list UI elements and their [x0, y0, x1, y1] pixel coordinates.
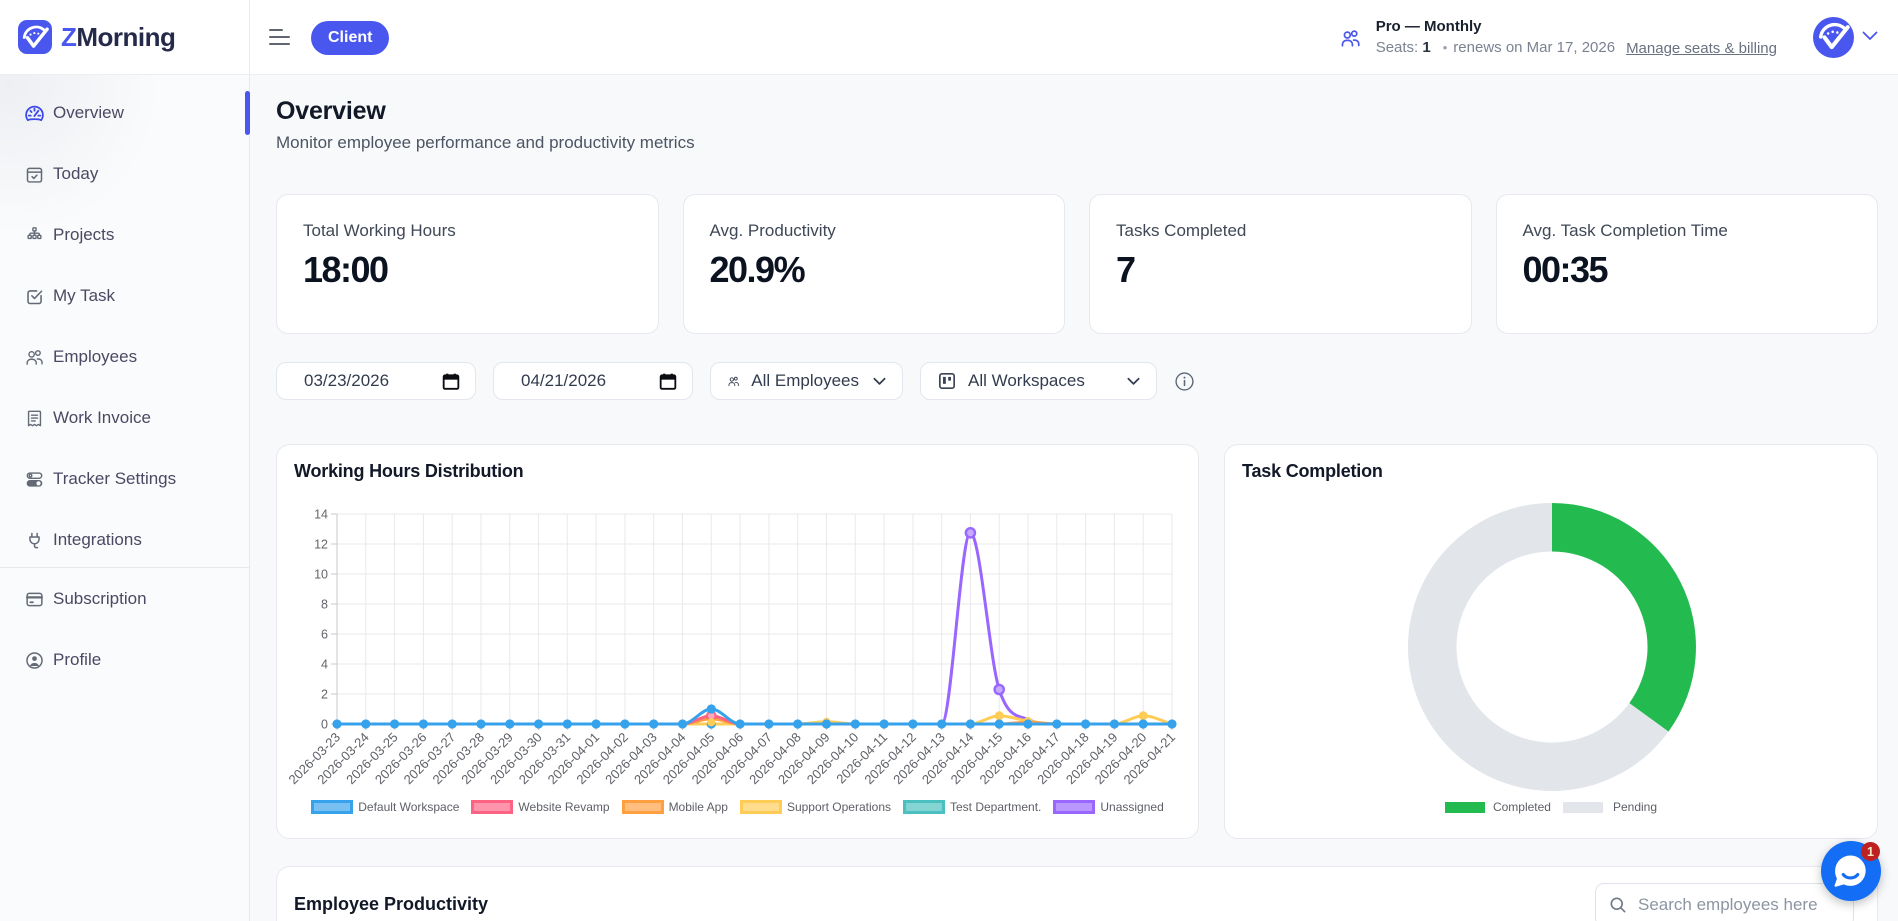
- svg-text:2: 2: [321, 688, 328, 702]
- svg-text:14: 14: [314, 508, 328, 522]
- svg-text:4: 4: [321, 658, 328, 672]
- svg-text:0: 0: [321, 718, 328, 732]
- svg-text:10: 10: [314, 568, 328, 582]
- svg-text:6: 6: [321, 628, 328, 642]
- svg-text:12: 12: [314, 538, 328, 552]
- svg-text:8: 8: [321, 598, 328, 612]
